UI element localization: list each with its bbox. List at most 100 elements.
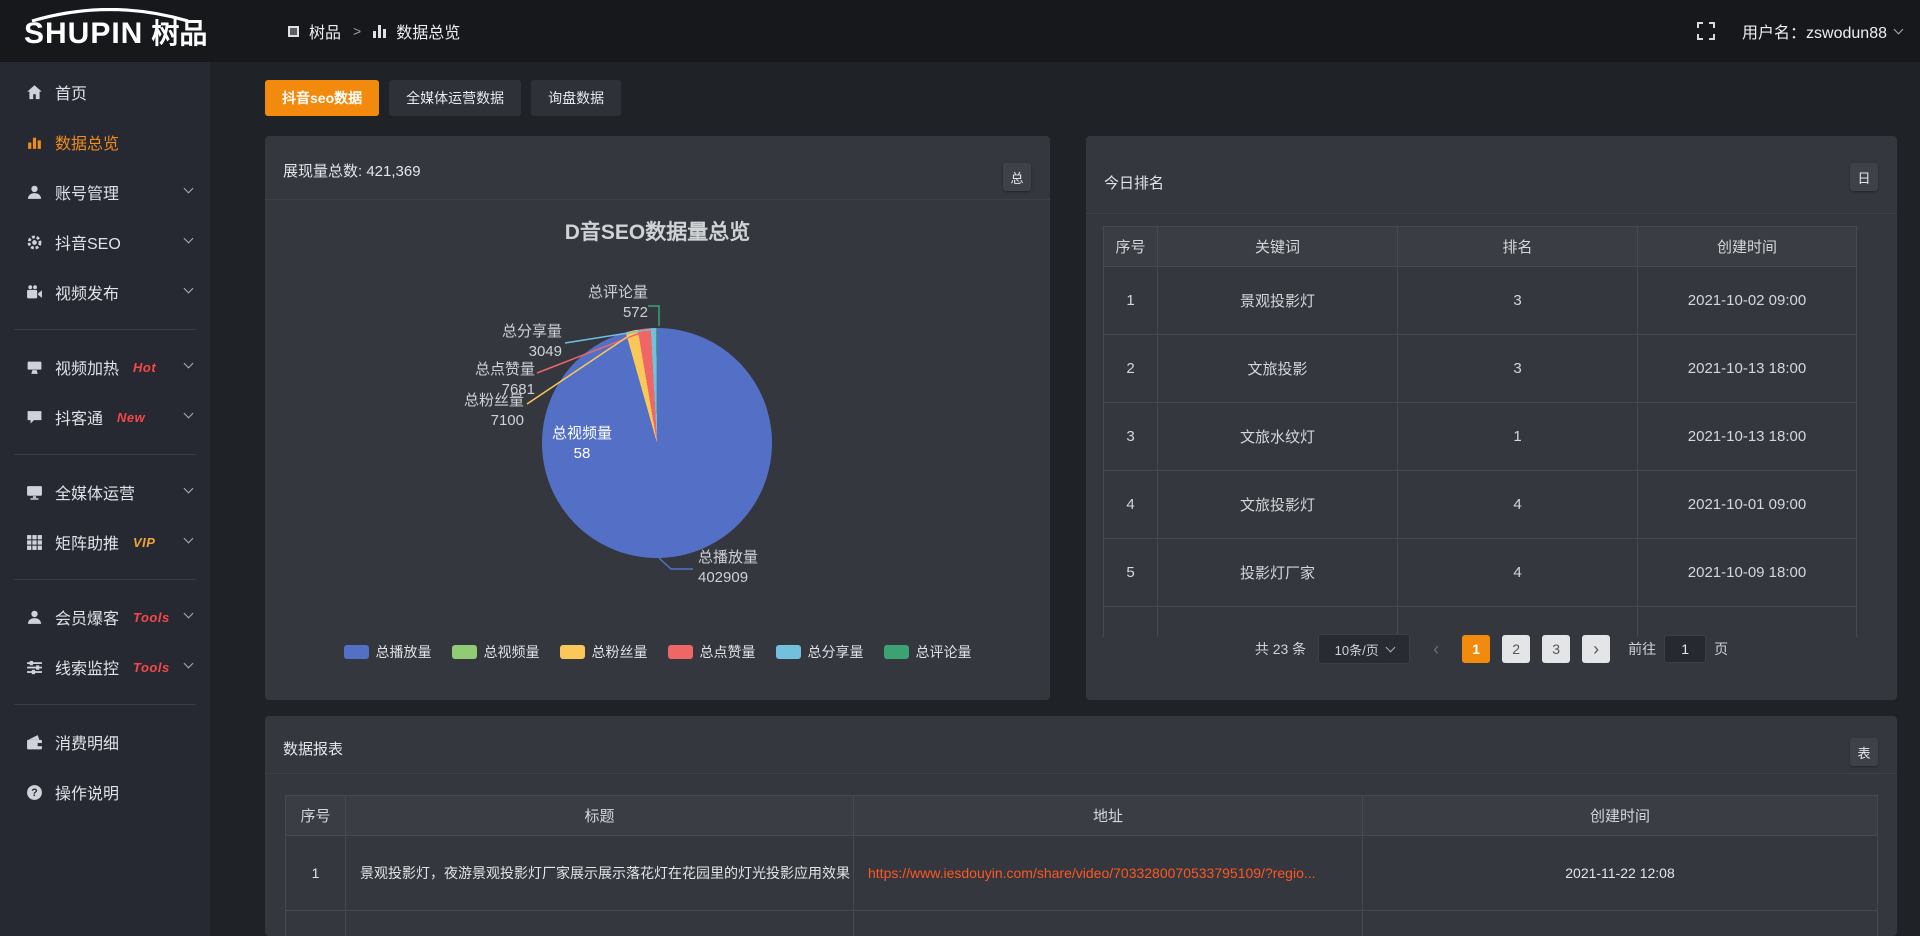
report-table: 序号 标题 地址 创建时间 1 景观投影灯，夜游景观投影灯厂家展示展示落花灯在花…: [285, 795, 1878, 936]
username-label: 用户名：zswodun88: [1742, 19, 1887, 43]
report-table-header-row: 序号 标题 地址 创建时间: [286, 796, 1878, 836]
col-index: 序号: [1104, 227, 1158, 267]
sidebar-item-label: 视频加热: [55, 355, 119, 379]
sidebar-divider: [14, 704, 196, 705]
chevron-down-icon: [184, 534, 194, 544]
tools-badge: Tools: [133, 660, 170, 675]
sidebar-item-video-publish[interactable]: 视频发布: [0, 267, 210, 317]
sidebar-item-lead-monitor[interactable]: 线索监控 Tools: [0, 642, 210, 692]
legend-item-plays[interactable]: 总播放量: [344, 642, 432, 662]
page-button-1[interactable]: 1: [1462, 635, 1490, 663]
logo: SHUPIN 树品: [24, 10, 207, 54]
sidebar-item-matrix-boost[interactable]: 矩阵助推 VIP: [0, 517, 210, 567]
col-rank: 排名: [1398, 227, 1638, 267]
new-badge: New: [117, 410, 145, 425]
cell-created: 2021-10-13 18:00: [1638, 403, 1857, 471]
legend-item-shares[interactable]: 总分享量: [776, 642, 864, 662]
sidebar-item-label: 线索监控: [55, 655, 119, 679]
next-page-button[interactable]: ›: [1582, 635, 1610, 663]
chevron-down-icon: [184, 484, 194, 494]
pie-label-name: 总评论量: [588, 284, 648, 301]
sidebar-divider: [14, 454, 196, 455]
total-badge-button[interactable]: 总: [1003, 163, 1031, 191]
table-row: 1 景观投影灯，夜游景观投影灯厂家展示展示落花灯在花园里的灯光投影应用效果 #.…: [286, 836, 1878, 911]
cell-rank: 3: [1398, 267, 1638, 335]
tab-douyin-seo-data[interactable]: 抖音seo数据: [265, 80, 379, 116]
cell-title: 景观投影灯，夜游景观投影灯厂家展示展示落花灯在花园里的灯光投影应用效果 #...: [346, 836, 854, 911]
breadcrumb-root[interactable]: 树品: [309, 19, 341, 43]
sidebar-item-data-overview[interactable]: 数据总览: [0, 117, 210, 167]
home-icon: [26, 84, 43, 101]
tab-media-operation-data[interactable]: 全媒体运营数据: [389, 80, 521, 116]
breadcrumb-separator: >: [353, 23, 361, 39]
table-badge-button[interactable]: 表: [1850, 738, 1878, 766]
col-title: 标题: [346, 796, 854, 836]
sidebar-item-home[interactable]: 首页: [0, 67, 210, 117]
user-menu[interactable]: 用户名：zswodun88: [1742, 19, 1902, 43]
cell-keyword: 投影灯厂家: [1158, 539, 1398, 607]
rank-table: 序号 关键词 排名 创建时间 1 景观投影灯 3 2021-10-02 09:0…: [1103, 226, 1857, 637]
sidebar-item-member-burst[interactable]: 会员爆客 Tools: [0, 592, 210, 642]
pagination-total: 共 23 条: [1255, 639, 1306, 659]
breadcrumb-root-icon: [288, 26, 299, 37]
sidebar-item-media-operation[interactable]: 全媒体运营: [0, 467, 210, 517]
page-size-select[interactable]: 10条/页: [1318, 634, 1410, 664]
sidebar-item-instructions[interactable]: ? 操作说明: [0, 767, 210, 817]
cell-index: 2: [1104, 335, 1158, 403]
pie-label-value: 58: [542, 444, 622, 464]
pagination: 共 23 条 10条/页 ‹ 1 2 3 › 前往 页: [1086, 634, 1897, 664]
sidebar-item-label: 抖客通: [55, 405, 103, 429]
impressions-total-label: 展现量总数: 421,369: [283, 160, 421, 181]
pie-label-name: 总视频量: [552, 425, 612, 442]
legend-label: 总评论量: [916, 642, 972, 662]
chevron-down-icon: [184, 284, 194, 294]
sidebar-item-label: 数据总览: [55, 130, 119, 154]
cell-keyword: 文旅投影: [1158, 335, 1398, 403]
wallet-icon: [26, 734, 43, 751]
chevron-down-icon: [184, 359, 194, 369]
legend-item-fans[interactable]: 总粉丝量: [560, 642, 648, 662]
pie-label-name: 总点赞量: [475, 361, 535, 378]
day-badge-button[interactable]: 日: [1850, 163, 1878, 191]
legend-swatch: [560, 645, 585, 659]
sidebar-item-account[interactable]: 账号管理: [0, 167, 210, 217]
legend-item-videos[interactable]: 总视频量: [452, 642, 540, 662]
goto-label: 前往: [1628, 639, 1656, 659]
video-link[interactable]: https://www.iesdouyin.com/share/video/70…: [868, 865, 1316, 881]
app-root: SHUPIN 树品 树品 > 数据总览 用户名：zswodun88 首页: [0, 0, 1920, 936]
breadcrumb: 树品 > 数据总览: [288, 0, 460, 62]
sidebar-item-douyin-seo[interactable]: 抖音SEO: [0, 217, 210, 267]
chart-title: D音SEO数据量总览: [265, 216, 1050, 246]
fullscreen-icon[interactable]: [1696, 21, 1716, 41]
sidebar-item-label: 抖音SEO: [55, 230, 121, 254]
rank-panel-header: 今日排名 日: [1086, 136, 1897, 214]
table-row: 3 文旅水纹灯 1 2021-10-13 18:00: [1104, 403, 1857, 471]
cell-rank: 1: [1398, 403, 1638, 471]
breadcrumb-current-icon: [373, 25, 386, 38]
cell-rank: 4: [1398, 471, 1638, 539]
col-created: 创建时间: [1363, 796, 1878, 836]
page-button-3[interactable]: 3: [1542, 635, 1570, 663]
legend-item-comments[interactable]: 总评论量: [884, 642, 972, 662]
prev-page-button[interactable]: ‹: [1422, 635, 1450, 663]
sidebar-item-video-heat[interactable]: 视频加热 Hot: [0, 342, 210, 392]
sidebar-item-label: 首页: [55, 80, 87, 104]
table-row: 1 景观投影灯 3 2021-10-02 09:00: [1104, 267, 1857, 335]
tab-inquiry-data[interactable]: 询盘数据: [531, 80, 621, 116]
col-url: 地址: [854, 796, 1363, 836]
cell-created: 2021-11-22 12:08: [1363, 836, 1878, 911]
chevron-down-icon: [1385, 642, 1395, 652]
cell-keyword: 文旅投影灯: [1158, 471, 1398, 539]
goto-page-input[interactable]: [1664, 635, 1706, 663]
chart-legend: 总播放量 总视频量 总粉丝量 总点赞量 总分享量 总评论量: [265, 642, 1050, 662]
cell-index: 4: [1104, 471, 1158, 539]
sidebar-item-label: 账号管理: [55, 180, 119, 204]
sidebar-item-consumption[interactable]: 消费明细: [0, 717, 210, 767]
page-button-2[interactable]: 2: [1502, 635, 1530, 663]
sidebar-item-douketong[interactable]: 抖客通 New: [0, 392, 210, 442]
pie-label-shares: 总分享量 3049: [495, 322, 562, 362]
today-rank-panel: 今日排名 日 序号 关键词 排名 创建时间 1 景观投影灯 3 2021-10-…: [1086, 136, 1897, 700]
sidebar-item-label: 消费明细: [55, 730, 119, 754]
report-panel-title: 数据报表: [283, 738, 343, 759]
legend-item-likes[interactable]: 总点赞量: [668, 642, 756, 662]
